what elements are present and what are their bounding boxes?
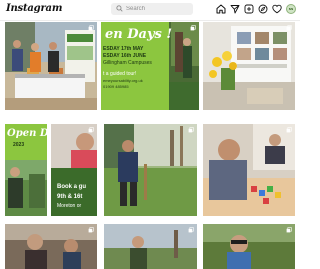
poster-title: en Days ! [105, 27, 173, 42]
post-image-daffodils-display [203, 22, 295, 110]
multi-photo-icon [286, 25, 292, 31]
post-grid: en Days ! ESDAY 17th MAY ESDAY 16th JUNE… [0, 22, 300, 269]
post-image-garden-work [104, 124, 197, 216]
multi-photo-icon [88, 227, 94, 233]
post-image-craft-activity [203, 124, 295, 216]
poster-booking-line-2: 9th & 16t [57, 194, 83, 200]
search-box[interactable] [111, 3, 193, 15]
poster-booking-line-1: Book a gu [57, 184, 87, 190]
poster-title: Open Days [7, 128, 47, 139]
poster-booking-line-3: Moreton or [57, 203, 82, 209]
post-thumbnail-8[interactable] [5, 224, 97, 269]
post-image-workshop [5, 224, 97, 269]
explore-icon[interactable] [258, 4, 268, 14]
multi-photo-icon [286, 227, 292, 233]
post-thumbnail-10[interactable] [203, 224, 295, 269]
poster-phone: 01909 485985 [103, 84, 129, 89]
new-post-icon[interactable] [244, 4, 254, 14]
home-icon[interactable] [216, 4, 226, 14]
multi-photo-icon [188, 127, 194, 133]
post-thumbnail-4[interactable]: Open Days 2023 [5, 124, 47, 216]
activity-heart-icon[interactable] [272, 4, 282, 14]
multi-photo-icon [88, 25, 94, 31]
post-thumbnail-7[interactable] [203, 124, 295, 216]
poster-location: Gillingham Campuses [103, 60, 152, 66]
multi-photo-icon [190, 25, 196, 31]
poster-date-2: ESDAY 16th JUNE [103, 53, 147, 59]
multi-photo-icon [88, 127, 94, 133]
poster-year: 2023 [13, 142, 25, 148]
poster-date-1: ESDAY 17th MAY [103, 46, 144, 52]
multi-photo-icon [286, 127, 292, 133]
post-thumbnail-5[interactable]: Book a gu 9th & 16t Moreton or [51, 124, 97, 216]
post-thumbnail-2[interactable]: en Days ! ESDAY 17th MAY ESDAY 16th JUNE… [101, 22, 199, 110]
search-icon [116, 5, 123, 12]
poster-tour-text: t a guided tour! [103, 71, 137, 77]
post-thumbnail-3[interactable] [203, 22, 295, 110]
multi-photo-icon [188, 227, 194, 233]
direct-message-icon[interactable] [230, 4, 240, 14]
search-input[interactable] [126, 3, 190, 15]
poster-website: emeyoursability.org.uk [103, 78, 143, 83]
profile-avatar[interactable]: ss [286, 4, 296, 14]
post-thumbnail-1[interactable] [5, 22, 97, 110]
post-thumbnail-6[interactable] [104, 124, 197, 216]
post-thumbnail-9[interactable] [104, 224, 197, 269]
post-image-outdoor-portrait [104, 224, 197, 269]
post-image-person-with-glasses [203, 224, 295, 269]
instagram-logo[interactable]: Instagram [6, 3, 62, 14]
post-image-exhibition-stand [5, 22, 97, 110]
top-navigation-bar: Instagram ss [0, 0, 300, 21]
